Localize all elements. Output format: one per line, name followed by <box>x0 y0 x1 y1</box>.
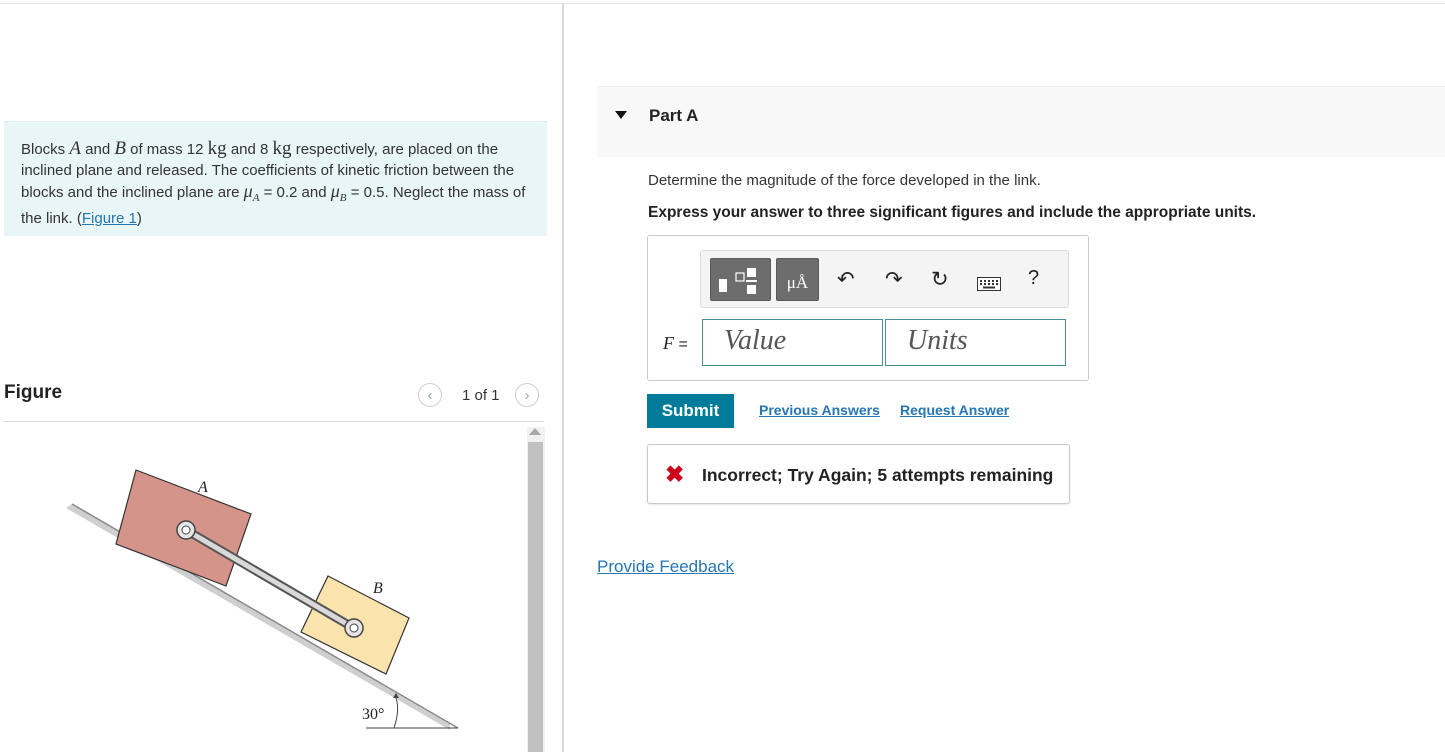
undo-icon[interactable]: ↶ <box>837 269 855 291</box>
problem-text-4: and 8 <box>226 141 273 158</box>
block-b-label: B <box>373 580 383 597</box>
x-icon: ✖ <box>665 461 685 487</box>
answer-equals: = <box>674 336 688 353</box>
figure-divider <box>4 421 544 422</box>
problem-text-7: ) <box>136 209 142 227</box>
pin-a-hole <box>181 525 191 535</box>
problem-text-3: of mass 12 <box>125 141 208 158</box>
value-input[interactable]: Value <box>702 319 883 366</box>
part-a-header[interactable]: Part A <box>597 86 1445 157</box>
redo-icon[interactable]: ↷ <box>885 269 903 291</box>
problem-text-2: and <box>80 141 115 158</box>
feedback-text: Incorrect; Try Again; 5 attempts remaini… <box>702 465 1054 485</box>
mu-a-symbol: μ <box>243 181 253 201</box>
units-button-label: μÅ <box>786 273 809 292</box>
figure-heading: Figure <box>4 382 63 403</box>
angle-label: 30° <box>362 706 384 723</box>
mu-b-symbol: μ <box>330 181 340 201</box>
feedback-message: ✖ Incorrect; Try Again; 5 attempts remai… <box>647 444 1070 504</box>
problem-statement: Blocks A and B of mass 12 kg and 8 kg re… <box>4 121 547 236</box>
var-b: B <box>114 138 126 159</box>
panel-divider[interactable] <box>562 4 564 752</box>
incline-figure: 30° A B <box>66 469 459 730</box>
mu-b-subscript: B <box>339 192 347 204</box>
scrollbar-thumb[interactable] <box>528 442 543 752</box>
answer-variable-label: F = <box>663 333 688 354</box>
chevron-right-icon[interactable]: › <box>515 383 539 407</box>
unit-kg-1: kg <box>207 138 227 159</box>
answer-variable: F <box>663 333 674 353</box>
chevron-left-icon[interactable]: ‹ <box>418 383 442 407</box>
reset-icon[interactable]: ↻ <box>931 269 949 291</box>
var-a: A <box>69 138 81 159</box>
figure-link[interactable]: Figure 1 <box>82 210 137 227</box>
angle-arc <box>393 697 399 729</box>
provide-feedback-link[interactable]: Provide Feedback <box>597 557 734 577</box>
caret-down-icon[interactable] <box>615 111 627 119</box>
top-rule <box>0 3 1445 4</box>
pin-b-hole <box>349 623 359 633</box>
question-text: Determine the magnitude of the force dev… <box>648 172 1041 189</box>
mu-a-value: = 0.2 and <box>259 184 331 201</box>
request-answer-link[interactable]: Request Answer <box>900 402 1009 418</box>
help-icon[interactable]: ? <box>1028 267 1039 289</box>
instruction-text: Express your answer to three significant… <box>648 204 1257 221</box>
templates-icon[interactable] <box>710 258 771 301</box>
figure-pager: 1 of 1 <box>462 387 500 404</box>
units-icon[interactable]: μÅ <box>776 258 819 301</box>
scroll-up-arrow-icon[interactable] <box>529 428 541 435</box>
keyboard-icon[interactable] <box>977 274 1001 296</box>
part-title[interactable]: Part A <box>649 106 698 126</box>
unit-kg-2: kg <box>272 138 292 159</box>
keyboard-glyph <box>977 277 1001 291</box>
templates-glyph <box>719 268 757 294</box>
problem-text-1: Blocks <box>21 141 70 158</box>
units-input[interactable]: Units <box>885 319 1066 366</box>
submit-button[interactable]: Submit <box>647 394 734 428</box>
block-a-label: A <box>197 479 208 496</box>
mu-b-value: = 0.5. <box>346 184 389 201</box>
math-toolbar: μÅ ↶ ↷ ↻ ? <box>700 250 1069 308</box>
previous-answers-link[interactable]: Previous Answers <box>759 402 880 418</box>
